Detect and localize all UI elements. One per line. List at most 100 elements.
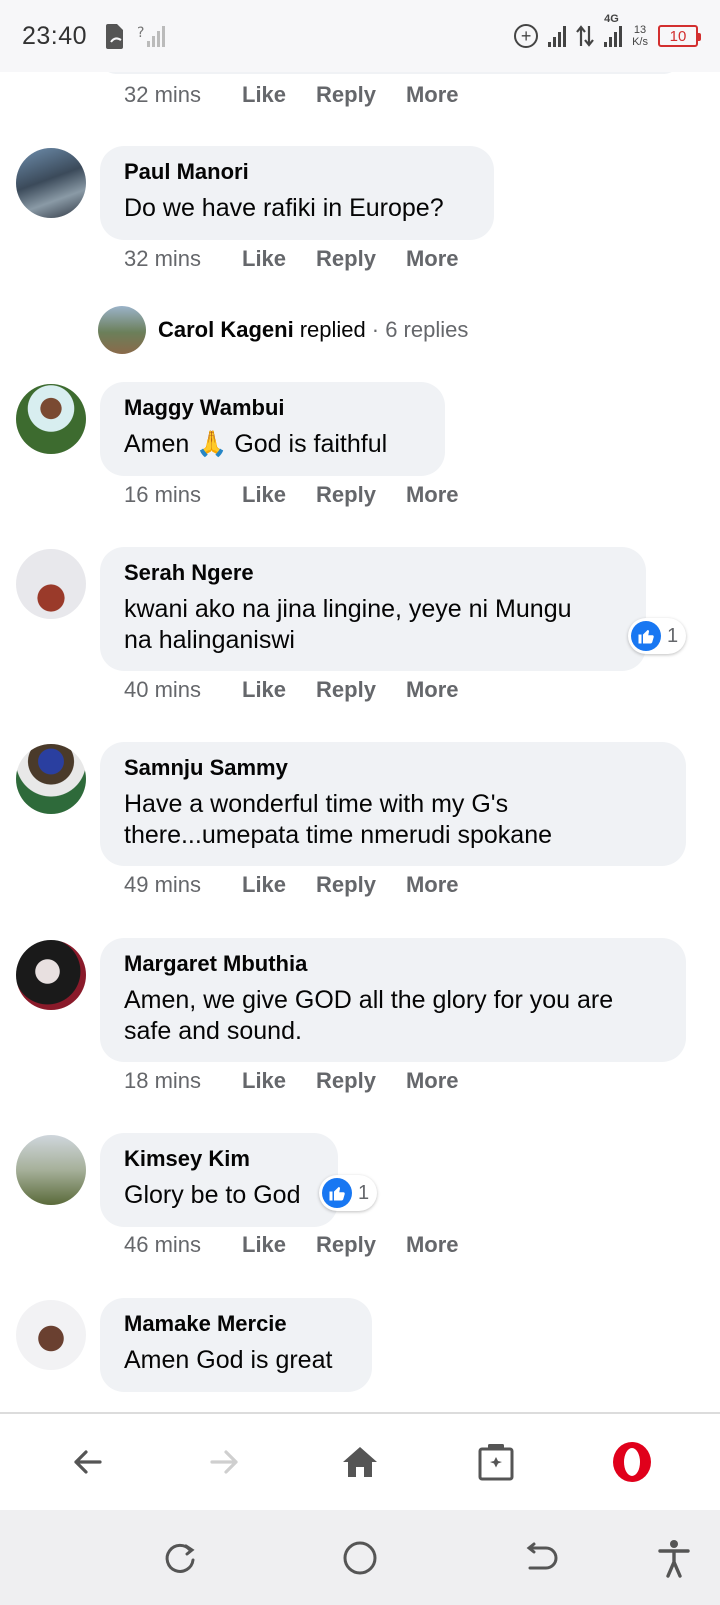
comment-author[interactable]: Margaret Mbuthia — [124, 951, 662, 977]
comment-bubble[interactable]: Maggy Wambui Amen 🙏 God is faithful — [100, 382, 445, 476]
more-button[interactable]: More — [406, 872, 459, 898]
comment-text-line: there...umepata time nmerudi spokane — [124, 821, 553, 849]
comment-text-line: kwani ako na jina lingine, yeye ni Mungu — [124, 595, 572, 623]
reaction-number: 1 — [358, 1181, 370, 1204]
view-replies-link[interactable]: Carol Kageni replied · 6 replies — [98, 306, 468, 354]
comment-bubble[interactable]: Paul Manori Do we have rafiki in Europe? — [100, 146, 494, 240]
tabs-icon[interactable] — [464, 1430, 528, 1494]
comment-text: Amen, we give GOD all the glory for you … — [124, 985, 662, 1047]
battery-level: 10 — [669, 27, 687, 45]
data-transfer-icon — [576, 25, 594, 47]
reaction-count[interactable]: 1 — [628, 618, 687, 654]
like-button[interactable]: Like — [242, 1068, 286, 1094]
reply-button[interactable]: Reply — [316, 482, 376, 508]
avatar[interactable] — [16, 744, 86, 814]
like-button[interactable]: Like — [242, 872, 286, 898]
comment-meta: 32 mins Like Reply More — [124, 246, 489, 272]
comment-author[interactable]: Maggy Wambui — [124, 395, 421, 421]
reaction-number: 1 — [667, 624, 679, 647]
comment-bubble[interactable]: Samnju Sammy Have a wonderful time with … — [100, 742, 686, 866]
net-speed-value: 13 — [633, 24, 647, 36]
reply-button[interactable]: Reply — [316, 677, 376, 703]
like-button[interactable]: Like — [242, 482, 286, 508]
signal-2-group: 4G — [604, 13, 623, 47]
home-circle-icon[interactable] — [332, 1530, 388, 1586]
comment-text-line: Have a wonderful time with my G's — [124, 790, 509, 818]
comment-bubble[interactable]: Mamake Mercie Amen God is great — [100, 1298, 372, 1392]
forward-arrow-icon[interactable] — [192, 1430, 256, 1494]
like-button[interactable]: Like — [242, 246, 286, 272]
back-arrow-icon[interactable] — [56, 1430, 120, 1494]
comments-list[interactable]: 32 mins Like Reply More Paul Manori Do w… — [0, 72, 720, 1412]
comment-text-line: Amen, we give GOD all the glory for you … — [124, 986, 614, 1014]
more-button[interactable]: More — [406, 1232, 459, 1258]
comment-time: 40 mins — [124, 677, 202, 702]
reply-action: replied — [299, 317, 366, 342]
comment-bubble[interactable]: Serah Ngere kwani ako na jina lingine, y… — [100, 547, 646, 671]
opera-logo-icon[interactable] — [600, 1430, 664, 1494]
comment-text-line: na halinganiswi — [124, 626, 295, 654]
phone-storage-icon — [106, 24, 124, 49]
comment-bubble[interactable]: Kimsey Kim Glory be to God — [100, 1133, 338, 1227]
accessibility-icon[interactable] — [646, 1530, 702, 1586]
reply-button[interactable]: Reply — [316, 1232, 376, 1258]
comment-text: Have a wonderful time with my G's there.… — [124, 789, 662, 851]
comment-time: 16 mins — [124, 482, 202, 507]
comment-bubble[interactable]: Margaret Mbuthia Amen, we give GOD all t… — [100, 938, 686, 1062]
comment-author[interactable]: Paul Manori — [124, 159, 470, 185]
status-right-icons: + 4G 13 K/s 10 — [514, 13, 701, 48]
comment-meta: 32 mins Like Reply More — [124, 82, 489, 108]
svg-text:?: ? — [137, 25, 144, 41]
comment-meta: 40 mins Like Reply More — [124, 677, 489, 703]
comment-meta: 16 mins Like Reply More — [124, 482, 489, 508]
avatar[interactable] — [16, 549, 86, 619]
reply-button[interactable]: Reply — [316, 82, 376, 108]
like-button[interactable]: Like — [242, 82, 286, 108]
status-left-icons: ? — [103, 22, 167, 50]
reaction-count[interactable]: 1 — [319, 1175, 378, 1211]
comment-author[interactable]: Mamake Mercie — [124, 1311, 348, 1337]
avatar[interactable] — [16, 1300, 86, 1370]
avatar[interactable] — [16, 148, 86, 218]
net-speed: 13 K/s — [632, 24, 648, 48]
more-button[interactable]: More — [406, 82, 459, 108]
status-time: 23:40 — [22, 21, 88, 50]
comment-time: 18 mins — [124, 1068, 202, 1093]
net-speed-unit: K/s — [632, 36, 648, 48]
browser-toolbar — [0, 1412, 720, 1510]
reply-button[interactable]: Reply — [316, 246, 376, 272]
battery-icon: 10 — [658, 25, 701, 47]
previous-comment-bubble — [100, 72, 680, 74]
back-icon[interactable] — [512, 1530, 568, 1586]
recents-icon[interactable] — [152, 1530, 208, 1586]
reply-button[interactable]: Reply — [316, 872, 376, 898]
home-icon[interactable] — [328, 1430, 392, 1494]
comment-author[interactable]: Serah Ngere — [124, 560, 622, 586]
avatar[interactable] — [16, 940, 86, 1010]
thumbs-up-icon — [322, 1178, 352, 1208]
reply-author: Carol Kageni — [158, 317, 294, 342]
more-button[interactable]: More — [406, 482, 459, 508]
comment-text: Do we have rafiki in Europe? — [124, 194, 444, 222]
more-button[interactable]: More — [406, 246, 459, 272]
reply-button[interactable]: Reply — [316, 1068, 376, 1094]
signal-2-icon — [604, 25, 623, 47]
signal-1-icon — [548, 25, 567, 47]
more-button[interactable]: More — [406, 1068, 459, 1094]
comment-time: 32 mins — [124, 82, 202, 107]
comment-meta: 46 mins Like Reply More — [124, 1232, 489, 1258]
comment-time: 32 mins — [124, 246, 202, 271]
comment-text: kwani ako na jina lingine, yeye ni Mungu… — [124, 594, 622, 656]
comment-author[interactable]: Kimsey Kim — [124, 1146, 314, 1172]
more-button[interactable]: More — [406, 677, 459, 703]
comment-text: Glory be to God — [124, 1181, 301, 1209]
comment-author[interactable]: Samnju Sammy — [124, 755, 662, 781]
like-button[interactable]: Like — [242, 1232, 286, 1258]
like-button[interactable]: Like — [242, 677, 286, 703]
thumbs-up-icon — [631, 621, 661, 651]
avatar[interactable] — [16, 1135, 86, 1205]
comment-text: Amen God is great — [124, 1346, 333, 1374]
avatar[interactable] — [16, 384, 86, 454]
no-signal-icon: ? — [137, 25, 166, 47]
system-nav-bar — [0, 1510, 720, 1605]
